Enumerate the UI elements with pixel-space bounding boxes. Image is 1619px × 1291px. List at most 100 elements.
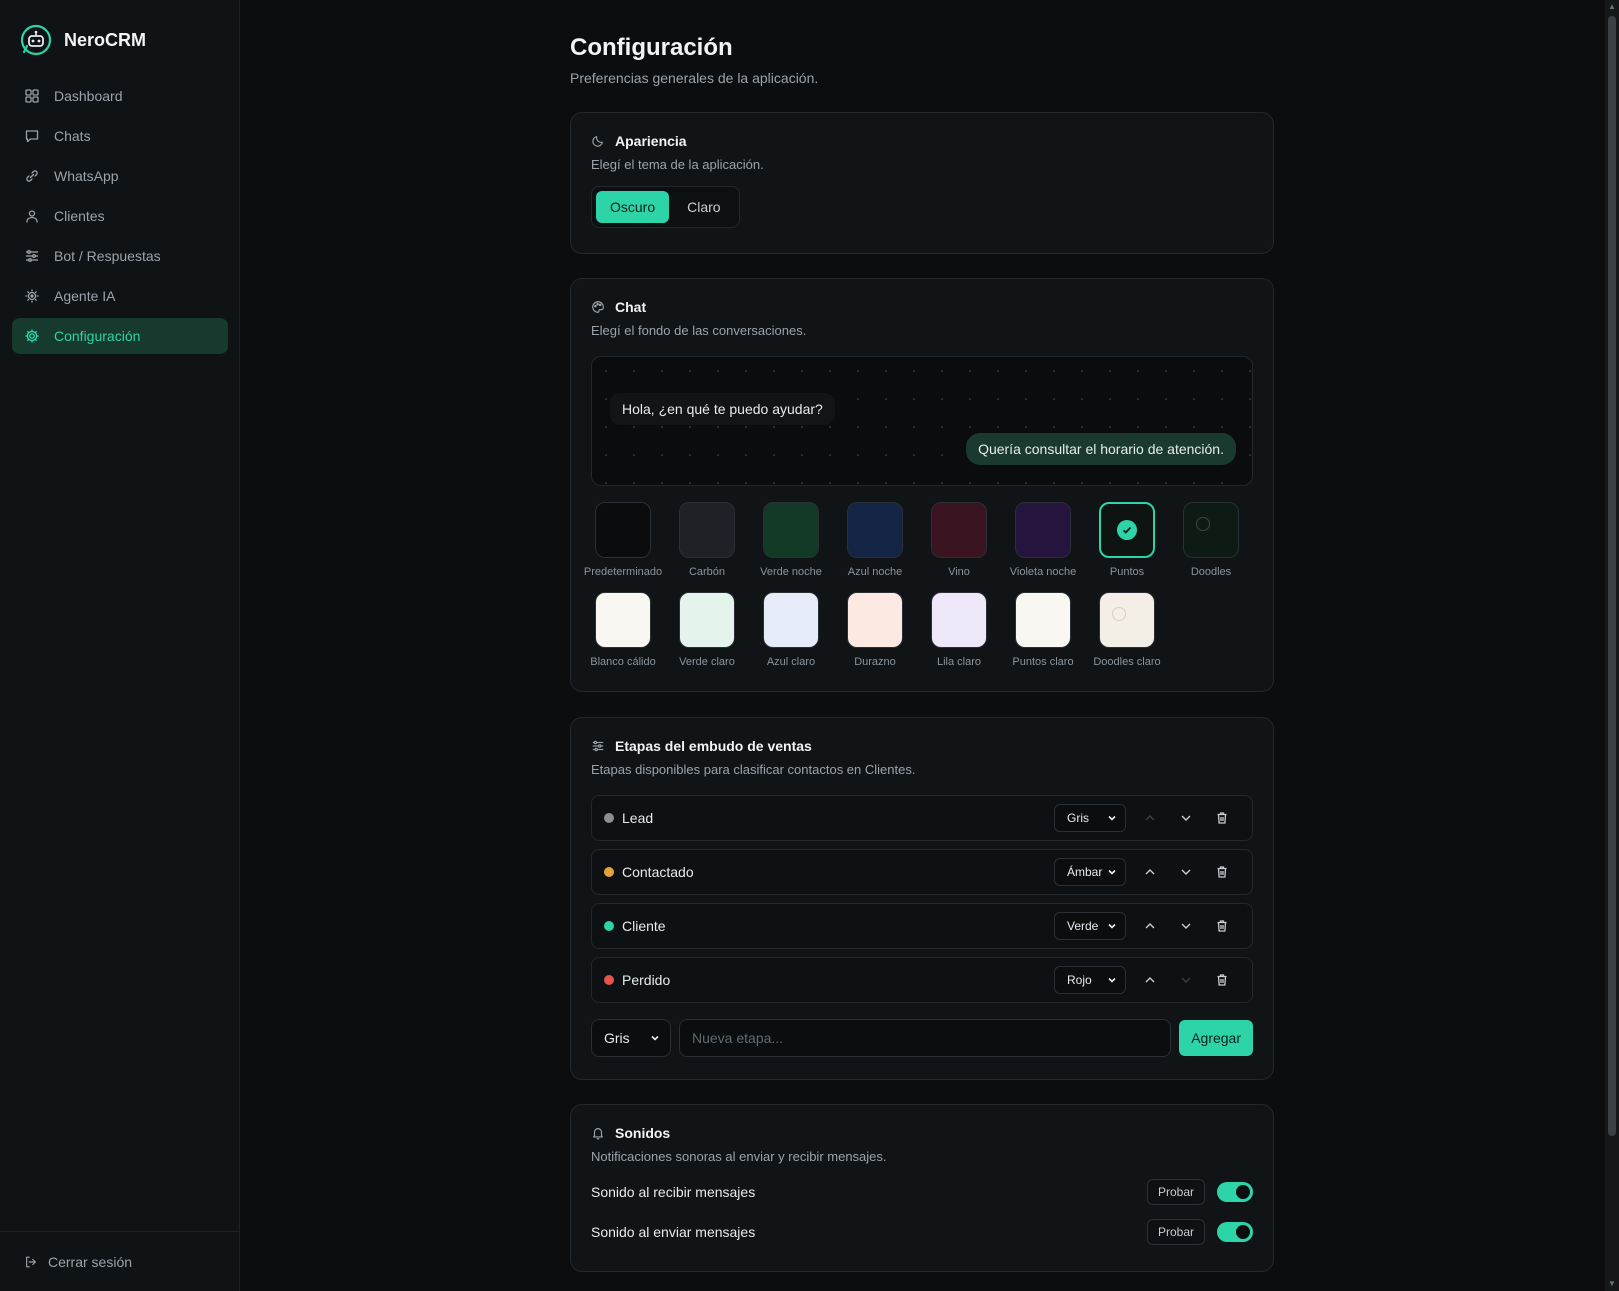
move-down-button[interactable] [1168, 973, 1204, 987]
brand[interactable]: NeroCRM [20, 24, 146, 56]
delete-stage-button[interactable] [1204, 865, 1240, 879]
delete-stage-button[interactable] [1204, 919, 1240, 933]
background-option[interactable]: Blanco cálido [581, 592, 665, 668]
test-send-sound-button[interactable]: Probar [1146, 1219, 1205, 1245]
background-option[interactable]: Doodles claro [1085, 592, 1169, 668]
scroll-up-arrow-icon[interactable]: ▲ [1608, 3, 1616, 11]
sound-row-send: Sonido al enviar mensajes Probar [591, 1212, 1253, 1252]
background-option[interactable]: Azul noche [833, 502, 917, 578]
move-up-button[interactable] [1132, 919, 1168, 933]
background-option[interactable]: Doodles [1169, 502, 1253, 578]
stage-name: Lead [622, 810, 654, 826]
background-swatch [847, 502, 903, 558]
send-sound-toggle[interactable] [1217, 1222, 1253, 1242]
background-option[interactable]: Puntos [1085, 502, 1169, 578]
logout-label: Cerrar sesión [48, 1253, 133, 1270]
background-option[interactable]: Puntos claro [1001, 592, 1085, 668]
sidebar-item-clientes[interactable]: Clientes [12, 198, 228, 234]
delete-stage-button[interactable] [1204, 973, 1240, 987]
appearance-card: Apariencia Elegí el tema de la aplicació… [570, 112, 1274, 254]
background-option[interactable]: Verde noche [749, 502, 833, 578]
sidebar-item-configuracion[interactable]: Configuración [12, 318, 228, 354]
stage-color-select[interactable]: Gris [1054, 804, 1126, 832]
preview-outgoing-message: Quería consultar el horario de atención. [966, 433, 1236, 465]
sidebar-item-label: WhatsApp [54, 168, 119, 184]
stage-name: Contactado [622, 864, 694, 880]
background-option[interactable]: Azul claro [749, 592, 833, 668]
background-label: Verde claro [679, 656, 735, 668]
chevron-down-icon [1181, 923, 1191, 929]
stage-color-value: Verde [1067, 919, 1099, 933]
background-label: Lila claro [936, 656, 982, 668]
background-option[interactable]: Verde claro [665, 592, 749, 668]
chevron-down-icon [1181, 815, 1191, 821]
move-up-button[interactable] [1132, 811, 1168, 825]
moon-icon [592, 136, 603, 147]
bell-icon [593, 1128, 603, 1140]
sound-send-label: Sonido al enviar mensajes [591, 1224, 756, 1240]
background-option[interactable]: Lila claro [917, 592, 1001, 668]
theme-light-button[interactable]: Claro [673, 191, 734, 223]
trash-icon [1217, 812, 1227, 824]
stage-name: Cliente [622, 918, 666, 934]
scroll-thumb[interactable] [1608, 16, 1616, 1136]
scroll-down-arrow-icon[interactable]: ▼ [1608, 1280, 1616, 1288]
stage-color-select[interactable]: Verde [1054, 912, 1126, 940]
background-option[interactable]: Violeta noche [1001, 502, 1085, 578]
new-stage-color-select[interactable]: Gris [591, 1019, 671, 1057]
stages-title: Etapas del embudo de ventas [615, 738, 812, 754]
background-label: Violeta noche [1009, 566, 1077, 578]
theme-toggle: Oscuro Claro [591, 186, 740, 228]
sidebar-item-bot[interactable]: Bot / Respuestas [12, 238, 228, 274]
add-stage-button[interactable]: Agregar [1179, 1020, 1253, 1056]
sounds-desc: Notificaciones sonoras al enviar y recib… [591, 1149, 887, 1164]
theme-dark-button[interactable]: Oscuro [596, 191, 670, 223]
stages-card: Etapas del embudo de ventas Etapas dispo… [570, 717, 1274, 1080]
stage-color-value: Gris [1067, 811, 1089, 825]
sidebar-item-label: Bot / Respuestas [54, 248, 161, 264]
sound-row-receive: Sonido al recibir mensajes Probar [591, 1172, 1253, 1212]
page-scrollbar[interactable]: ▲ ▼ [1605, 0, 1619, 1291]
background-option[interactable]: Vino [917, 502, 1001, 578]
background-swatch [847, 592, 903, 648]
receive-sound-toggle[interactable] [1217, 1182, 1253, 1202]
stages-list: Lead Gris Contactado Ámbar Cliente Verde Perdi… [591, 795, 1253, 1003]
stage-color-value: Ámbar [1067, 865, 1103, 879]
chat-card: Chat Elegí el fondo de las conversacione… [570, 278, 1274, 692]
sounds-list: Sonido al recibir mensajes Probar Sonido… [591, 1172, 1253, 1252]
background-option[interactable]: Predeterminado [581, 502, 665, 578]
stage-color-select[interactable]: Rojo [1054, 966, 1126, 994]
stage-color-dot [604, 921, 614, 931]
chevron-down-icon [1108, 923, 1116, 929]
move-down-button[interactable] [1168, 811, 1204, 825]
test-receive-sound-button[interactable]: Probar [1146, 1179, 1205, 1205]
sliders-icon [592, 740, 604, 752]
chat-preview: Hola, ¿en qué te puedo ayudar? Quería co… [591, 356, 1253, 486]
sidebar-item-chats[interactable]: Chats [12, 118, 228, 154]
cpu-icon [25, 289, 39, 303]
stage-row: Lead Gris [591, 795, 1253, 841]
link-icon [26, 170, 38, 182]
app-name: NeroCRM [64, 29, 147, 50]
logout-button[interactable]: Cerrar sesión [0, 1231, 240, 1291]
doodle-ring-icon [1196, 517, 1210, 531]
delete-stage-button[interactable] [1204, 811, 1240, 825]
new-stage-input[interactable] [679, 1019, 1172, 1057]
stages-desc: Etapas disponibles para clasificar conta… [591, 762, 916, 777]
background-option[interactable]: Carbón [665, 502, 749, 578]
background-swatch [763, 592, 819, 648]
background-label: Azul claro [766, 656, 816, 668]
sidebar-item-whatsapp[interactable]: WhatsApp [12, 158, 228, 194]
move-up-button[interactable] [1132, 865, 1168, 879]
background-option[interactable]: Durazno [833, 592, 917, 668]
stage-color-select[interactable]: Ámbar [1054, 858, 1126, 886]
sidebar-item-agente-ia[interactable]: Agente IA [12, 278, 228, 314]
chevron-down-icon [1108, 815, 1116, 821]
move-down-button[interactable] [1168, 865, 1204, 879]
sidebar-item-label: Configuración [54, 328, 141, 344]
sidebar-item-dashboard[interactable]: Dashboard [12, 78, 228, 114]
move-down-button[interactable] [1168, 919, 1204, 933]
trash-icon [1217, 974, 1227, 986]
chevron-down-icon [1181, 977, 1191, 983]
move-up-button[interactable] [1132, 973, 1168, 987]
